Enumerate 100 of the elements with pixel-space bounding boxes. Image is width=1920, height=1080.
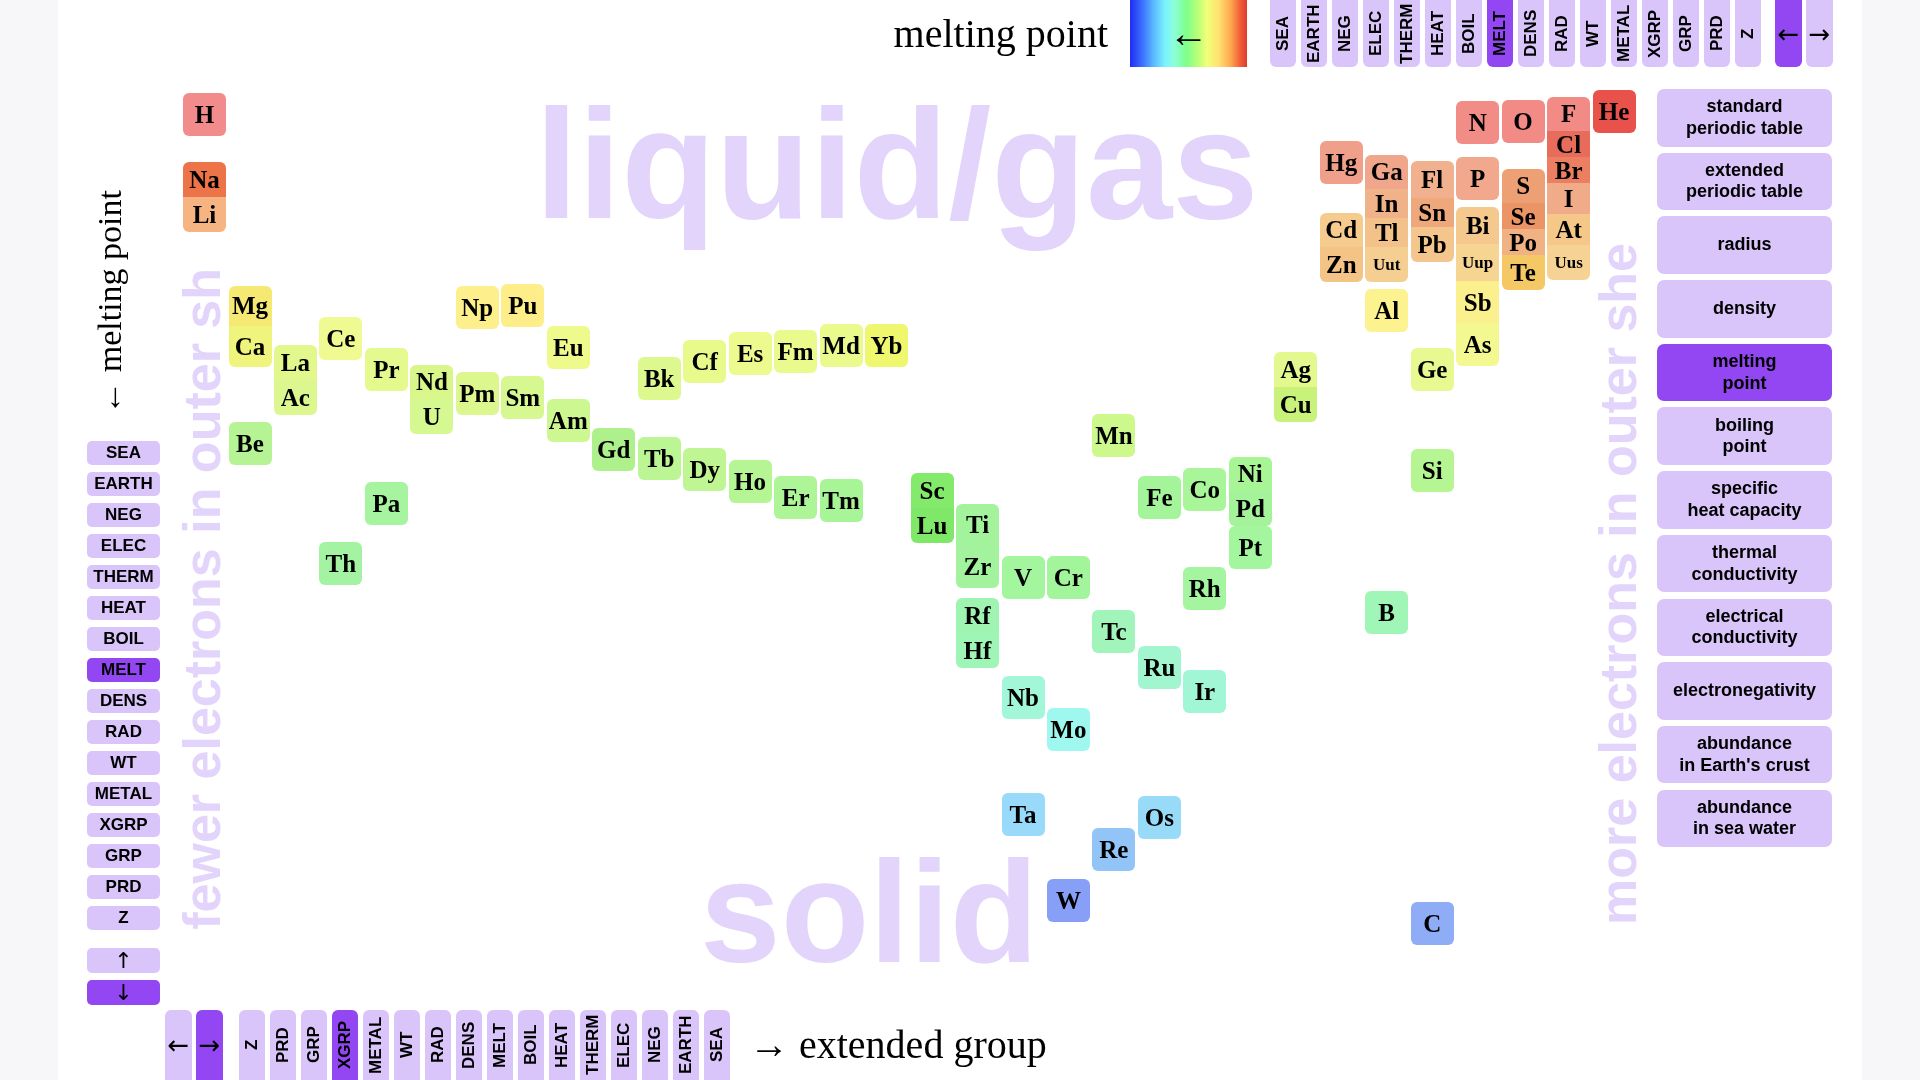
sort-button[interactable]: MELT — [1487, 0, 1513, 67]
sort-button[interactable]: PRD — [87, 875, 160, 899]
sort-button[interactable]: EARTH — [673, 1010, 699, 1080]
element-tile: O — [1501, 99, 1545, 143]
element-tile: Sc — [910, 472, 954, 508]
element-tile: Ho — [728, 459, 772, 503]
arrow-button[interactable]: ← — [165, 1010, 192, 1080]
element-tile: Hg — [1319, 140, 1363, 184]
sort-button[interactable]: HEAT — [549, 1010, 575, 1080]
arrow-button[interactable]: → — [196, 1010, 223, 1080]
sort-button[interactable]: DENS — [1518, 0, 1544, 67]
sort-button[interactable]: SEA — [87, 441, 160, 465]
sort-button[interactable]: XGRP — [332, 1010, 358, 1080]
element-tile: Tm — [819, 478, 863, 522]
sort-button[interactable]: SEA — [1270, 0, 1296, 67]
sort-button[interactable]: THERM — [580, 1010, 606, 1080]
sort-button[interactable]: THERM — [87, 565, 160, 589]
element-tile: N — [1456, 100, 1500, 144]
element-tile: Er — [774, 475, 818, 519]
sort-button[interactable]: WT — [394, 1010, 420, 1080]
element-tile: Cr — [1046, 555, 1090, 599]
sort-button[interactable]: HEAT — [1425, 0, 1451, 67]
sort-button[interactable]: BOIL — [1456, 0, 1482, 67]
sort-button[interactable]: Z — [1735, 0, 1761, 67]
element-tile: As — [1456, 323, 1500, 366]
sort-button[interactable]: GRP — [301, 1010, 327, 1080]
element-tile: Pd — [1228, 491, 1272, 526]
sort-button[interactable]: Z — [239, 1010, 265, 1080]
element-tile: Be — [228, 421, 272, 465]
sort-button[interactable]: XGRP — [87, 813, 160, 837]
property-button[interactable]: melting point — [1657, 343, 1832, 402]
sort-button[interactable]: BOIL — [518, 1010, 544, 1080]
arrow-button[interactable]: → — [1806, 0, 1833, 67]
sort-button[interactable]: ELEC — [611, 1010, 637, 1080]
sort-button[interactable]: EARTH — [1301, 0, 1327, 67]
element-tile: Mo — [1046, 707, 1090, 751]
element-tile: Uup — [1456, 244, 1500, 281]
sort-button[interactable]: SEA — [704, 1010, 730, 1080]
sort-button[interactable]: MELT — [487, 1010, 513, 1080]
element-tile: Bk — [637, 356, 681, 400]
sort-button[interactable]: GRP — [1673, 0, 1699, 67]
element-tile: Ge — [1410, 347, 1454, 391]
sort-button[interactable]: PRD — [1704, 0, 1730, 67]
property-button[interactable]: radius — [1657, 216, 1832, 274]
element-tile: Tb — [637, 436, 681, 480]
element-tile: Br — [1547, 157, 1591, 183]
sort-button[interactable]: NEG — [642, 1010, 668, 1080]
property-button[interactable]: electronegativity — [1657, 662, 1832, 720]
sort-button[interactable]: DENS — [87, 689, 160, 713]
sort-button[interactable]: NEG — [87, 503, 160, 527]
sort-button[interactable]: METAL — [87, 782, 160, 806]
sort-button[interactable]: PRD — [270, 1010, 296, 1080]
sort-button[interactable]: METAL — [363, 1010, 389, 1080]
element-tile: Rf — [956, 597, 999, 633]
sort-button[interactable]: MELT — [87, 658, 160, 682]
sort-button[interactable]: THERM — [1394, 0, 1420, 67]
sort-button[interactable]: WT — [1580, 0, 1606, 67]
element-tile: Cd — [1319, 212, 1363, 247]
arrow-button[interactable]: ↑ — [87, 948, 160, 973]
sort-button[interactable]: ELEC — [1363, 0, 1389, 67]
element-tile: Dy — [683, 447, 727, 491]
element-tile: Sb — [1456, 281, 1500, 323]
sort-button[interactable]: RAD — [1549, 0, 1575, 67]
element-tile: Sm — [501, 375, 545, 419]
property-button[interactable]: abundance in Earth's crust — [1657, 725, 1832, 784]
sort-button[interactable]: WT — [87, 751, 160, 775]
element-tile: Ta — [1001, 792, 1045, 836]
element-tile: Pt — [1228, 525, 1272, 569]
arrow-button[interactable]: ← — [1775, 0, 1802, 67]
sort-button[interactable]: BOIL — [87, 627, 160, 651]
sort-button[interactable]: XGRP — [1642, 0, 1668, 67]
property-button[interactable]: specific heat capacity — [1657, 471, 1832, 529]
property-button[interactable]: extended periodic table — [1657, 152, 1832, 211]
element-tile: Yb — [865, 323, 908, 367]
element-tile: Ga — [1365, 154, 1409, 189]
element-tile: Th — [319, 541, 363, 585]
sort-button[interactable]: Z — [87, 906, 160, 930]
sort-button[interactable]: HEAT — [87, 596, 160, 620]
property-button[interactable]: boiling point — [1657, 407, 1832, 465]
element-tile: Rh — [1183, 566, 1227, 610]
element-tile: Se — [1501, 203, 1545, 229]
sort-button[interactable]: GRP — [87, 844, 160, 868]
sort-button[interactable]: DENS — [456, 1010, 482, 1080]
sort-button[interactable]: EARTH — [87, 472, 160, 496]
property-button[interactable]: thermal conductivity — [1657, 534, 1832, 593]
element-tile: I — [1547, 183, 1591, 214]
property-button[interactable]: electrical conductivity — [1657, 598, 1832, 656]
property-button[interactable]: abundance in sea water — [1657, 789, 1832, 848]
sort-button[interactable]: RAD — [87, 720, 160, 744]
element-tile: Pb — [1410, 227, 1454, 262]
sort-button[interactable]: METAL — [1611, 0, 1637, 67]
sort-button[interactable]: ELEC — [87, 534, 160, 558]
element-tile: Te — [1501, 255, 1545, 290]
property-button[interactable]: density — [1657, 280, 1832, 338]
scale-arrow: ← — [1168, 13, 1209, 54]
arrow-button[interactable]: ↓ — [87, 980, 160, 1005]
sort-button[interactable]: RAD — [425, 1010, 451, 1080]
element-tile: Na — [183, 161, 226, 197]
property-button[interactable]: standard periodic table — [1657, 89, 1832, 147]
sort-button[interactable]: NEG — [1332, 0, 1358, 67]
